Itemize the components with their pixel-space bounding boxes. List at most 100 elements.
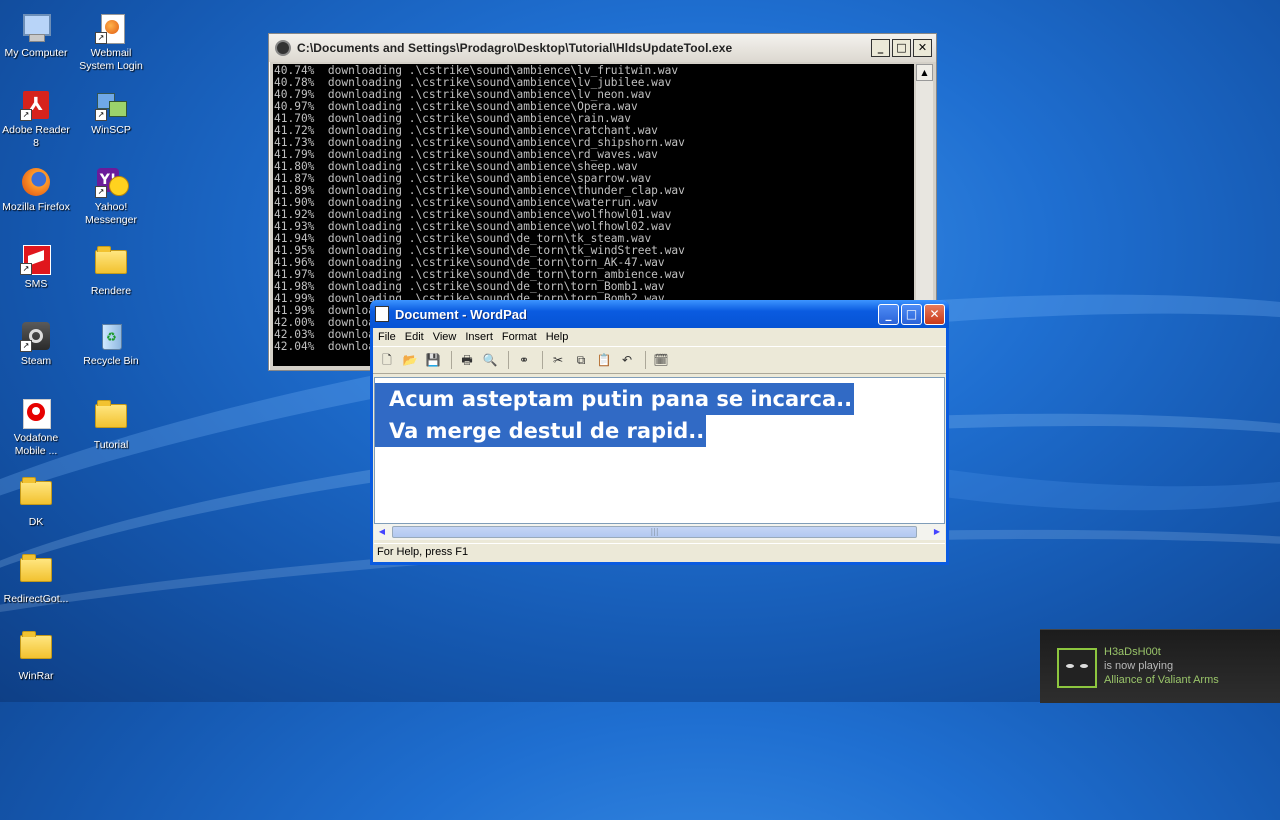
desktop-icon-label: My Computer	[4, 47, 68, 59]
console-title: C:\Documents and Settings\Prodagro\Deskt…	[297, 41, 733, 55]
find-icon[interactable]: ⚭	[514, 350, 534, 370]
desktop-icon-label: Tutorial	[93, 439, 129, 451]
toolbar-separator	[508, 351, 509, 369]
toolbar-separator	[542, 351, 543, 369]
close-button[interactable]: ✕	[913, 39, 932, 57]
desktop-icon-steam[interactable]: ↗ Steam	[0, 320, 74, 368]
menu-help[interactable]: Help	[543, 331, 575, 343]
insert-datetime-icon[interactable]: 🗓	[651, 350, 671, 370]
desktop-icon-winscp[interactable]: ↗ WinSCP	[73, 89, 149, 137]
desktop-icon-rendere[interactable]: Rendere	[73, 243, 149, 298]
desktop-icon-label: Yahoo! Messenger	[85, 201, 137, 226]
folder-icon	[95, 400, 127, 436]
firefox-icon	[20, 166, 52, 198]
console-title-bar[interactable]: C:\Documents and Settings\Prodagro\Deskt…	[269, 34, 936, 62]
document-line: Acum asteptam putin pana se incarca..	[375, 383, 855, 415]
folder-icon	[20, 631, 52, 667]
toolbar-separator	[645, 351, 646, 369]
recycle-bin-icon: ♻	[95, 320, 127, 352]
folder-icon	[20, 477, 52, 513]
print-preview-icon[interactable]: 🔍	[480, 350, 500, 370]
desktop-icon-my-computer[interactable]: My Computer	[0, 12, 74, 60]
new-document-icon[interactable]: 🗋	[377, 350, 397, 370]
scroll-right-arrow-icon[interactable]: ▶	[929, 524, 945, 540]
cut-icon[interactable]: ✂	[548, 350, 568, 370]
desktop-icon-label: Recycle Bin	[83, 355, 139, 367]
desktop-icon-tutorial[interactable]: Tutorial	[73, 397, 149, 452]
desktop-icon-dk[interactable]: DK	[0, 474, 74, 529]
desktop-icon-sms[interactable]: ↗ SMS	[0, 243, 74, 291]
minimize-button[interactable]: _	[878, 303, 899, 325]
wordpad-title-bar[interactable]: Document - WordPad _ □ ✕	[370, 300, 949, 328]
desktop-icon-winrar[interactable]: WinRar	[0, 628, 74, 683]
avatar	[1057, 648, 1097, 688]
vodafone-icon	[20, 397, 52, 429]
desktop-icon-label: WinRar	[18, 670, 54, 682]
desktop-icon-yahoo[interactable]: Y! ↗ Yahoo! Messenger	[73, 166, 149, 227]
my-computer-icon	[20, 12, 52, 44]
winscp-icon: ↗	[95, 89, 127, 121]
document-line: Va merge destul de rapid..	[375, 415, 707, 447]
print-icon[interactable]: 🖶	[457, 350, 477, 370]
wordpad-window[interactable]: Document - WordPad _ □ ✕ File Edit View …	[370, 300, 949, 565]
shortcut-arrow-icon: ↗	[95, 32, 107, 44]
desktop-icon-label: Adobe Reader 8	[2, 124, 70, 149]
menu-insert[interactable]: Insert	[462, 331, 499, 343]
maximize-button[interactable]: □	[892, 39, 911, 57]
menu-view[interactable]: View	[430, 331, 463, 343]
desktop-icon-label: Steam	[20, 355, 52, 367]
menu-bar: File Edit View Insert Format Help	[373, 328, 946, 346]
scroll-up-arrow-icon[interactable]: ▲	[916, 64, 933, 81]
desktop-icon-label: WinSCP	[91, 124, 131, 136]
shortcut-arrow-icon: ↗	[95, 109, 107, 121]
shortcut-arrow-icon: ↗	[20, 263, 32, 275]
copy-icon[interactable]: ⧉	[571, 350, 591, 370]
desktop-icon-vodafone[interactable]: Vodafone Mobile ...	[0, 397, 74, 458]
shortcut-arrow-icon: ↗	[95, 186, 107, 198]
desktop-icon-label: DK	[28, 516, 44, 528]
yahoo-messenger-icon: Y! ↗	[95, 166, 129, 198]
close-button[interactable]: ✕	[924, 303, 945, 325]
desktop-icon-label: RedirectGot...	[3, 593, 69, 605]
shortcut-arrow-icon: ↗	[20, 109, 32, 121]
minimize-button[interactable]: _	[871, 39, 890, 57]
scroll-left-arrow-icon[interactable]: ◀	[374, 524, 390, 540]
save-icon[interactable]: 💾	[423, 350, 443, 370]
undo-icon[interactable]: ↶	[617, 350, 637, 370]
steam-icon	[275, 40, 291, 56]
toolbar-separator	[451, 351, 452, 369]
horizontal-scrollbar[interactable]: ◀ ||| ▶	[374, 524, 945, 540]
desktop-icon-label: Vodafone Mobile ...	[13, 432, 59, 457]
scrollbar-thumb[interactable]: |||	[392, 526, 917, 538]
steam-notification[interactable]: H3aDsH00t is now playing Alliance of Val…	[1040, 629, 1280, 703]
desktop-icon-webmail[interactable]: ↗ Webmail System Login	[73, 12, 149, 73]
wordpad-title: Document - WordPad	[395, 306, 527, 322]
sms-icon: ↗	[20, 243, 52, 275]
shortcut-arrow-icon: ↗	[20, 340, 32, 352]
firefox-shortcut-icon: ↗	[95, 12, 127, 44]
status-bar: For Help, press F1	[374, 543, 945, 561]
steam-icon: ↗	[20, 320, 52, 352]
desktop-icon-label: Rendere	[90, 285, 132, 297]
document-area[interactable]: Acum asteptam putin pana se incarca.. Va…	[374, 377, 945, 524]
adobe-reader-icon: ⅄ ↗	[20, 89, 52, 121]
desktop-icon-label: SMS	[24, 278, 48, 290]
notification-action: is now playing	[1104, 660, 1174, 672]
folder-icon	[95, 246, 127, 282]
paste-icon[interactable]: 📋	[594, 350, 614, 370]
open-folder-icon[interactable]: 📂	[400, 350, 420, 370]
desktop-icon-recycle-bin[interactable]: ♻ Recycle Bin	[73, 320, 149, 368]
menu-format[interactable]: Format	[499, 331, 543, 343]
toolbar: 🗋 📂 💾 🖶 🔍 ⚭ ✂ ⧉ 📋 ↶ 🗓	[373, 346, 946, 374]
menu-file[interactable]: File	[375, 331, 402, 343]
notification-game: Alliance of Valiant Arms	[1104, 674, 1219, 686]
desktop-icon-label: Webmail System Login	[79, 47, 143, 72]
notification-username: H3aDsH00t	[1104, 646, 1161, 658]
desktop-icon-adobe-reader[interactable]: ⅄ ↗ Adobe Reader 8	[0, 89, 74, 150]
folder-icon	[20, 554, 52, 590]
desktop-icon-redirectgot[interactable]: RedirectGot...	[0, 551, 74, 606]
maximize-button[interactable]: □	[901, 303, 922, 325]
menu-edit[interactable]: Edit	[402, 331, 430, 343]
desktop-icon-firefox[interactable]: Mozilla Firefox	[0, 166, 74, 214]
desktop-icon-label: Mozilla Firefox	[2, 201, 70, 213]
